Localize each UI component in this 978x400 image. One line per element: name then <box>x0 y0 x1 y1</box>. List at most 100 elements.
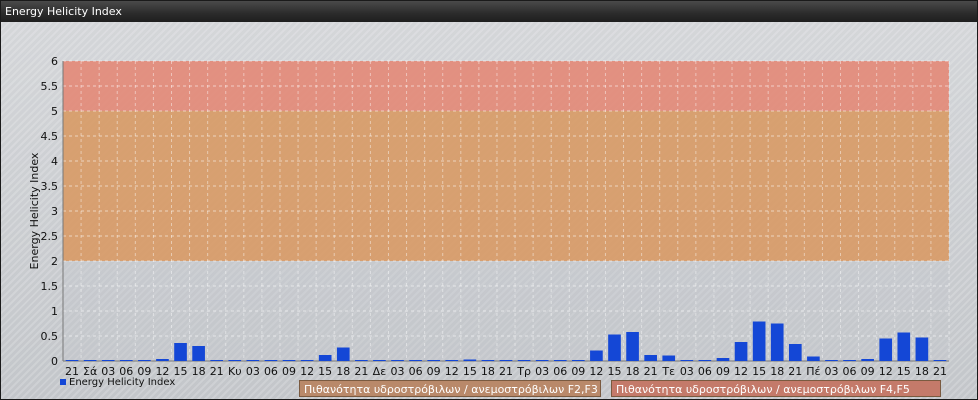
x-tick-label-31: 18 <box>626 365 640 378</box>
bar-11 <box>264 360 278 361</box>
x-tick-label-26: 03 <box>535 365 549 378</box>
bar-16 <box>355 360 368 361</box>
x-tick-label-36: 09 <box>716 365 730 378</box>
bar-44 <box>861 359 874 361</box>
bar-31 <box>626 332 639 361</box>
x-tick-label-44: 09 <box>861 365 875 378</box>
bar-17 <box>373 360 386 361</box>
x-tick-label-11: 06 <box>264 365 278 378</box>
x-tick-label-15: 18 <box>336 365 350 378</box>
bar-45 <box>879 338 893 361</box>
x-tick-label-27: 06 <box>553 365 567 378</box>
x-tick-label-18: 03 <box>391 365 405 378</box>
x-tick-label-39: 18 <box>770 365 784 378</box>
x-tick-label-20: 09 <box>427 365 441 378</box>
bar-37 <box>734 342 748 361</box>
x-tick-label-32: 21 <box>644 365 658 378</box>
bar-6 <box>174 343 187 361</box>
y-tick-label-8: 4 <box>51 155 58 168</box>
y-tick-label-7: 3.5 <box>41 180 59 193</box>
bar-27 <box>553 360 567 361</box>
bar-28 <box>571 360 585 361</box>
legend-zone-f2f3: Πιθανότητα υδροστρόβιλων / ανεμοστρόβιλω… <box>299 380 601 397</box>
x-tick-label-16: 21 <box>354 365 368 378</box>
x-tick-label-24: 21 <box>499 365 513 378</box>
legend-series-item: Energy Helicity Index <box>60 377 175 389</box>
bar-15 <box>336 347 350 361</box>
y-axis-label: Energy Helicity Index <box>28 152 41 269</box>
y-tick-label-0: 0 <box>51 355 58 368</box>
x-tick-label-42: 03 <box>824 365 838 378</box>
bar-47 <box>915 337 929 361</box>
bar-20 <box>427 360 441 361</box>
bar-21 <box>445 360 459 361</box>
x-tick-label-34: 03 <box>680 365 694 378</box>
x-tick-label-37: 12 <box>734 365 748 378</box>
x-tick-label-22: 15 <box>463 365 477 378</box>
bar-2 <box>101 360 115 361</box>
x-tick-label-7: 18 <box>192 365 206 378</box>
y-tick-label-1: 0.5 <box>41 330 59 343</box>
x-tick-label-33: Τε <box>661 365 675 378</box>
bar-14 <box>318 355 332 361</box>
legend-zone-f4f5: Πιθανότητα υδροστρόβιλων / ανεμοστρόβιλω… <box>611 380 941 397</box>
legend-series-label: Energy Helicity Index <box>69 377 176 388</box>
bar-12 <box>282 360 296 361</box>
bar-22 <box>463 359 477 361</box>
y-tick-label-5: 2.5 <box>41 230 59 243</box>
bar-41 <box>807 356 820 361</box>
bar-10 <box>246 360 260 361</box>
x-tick-label-35: 06 <box>698 365 712 378</box>
bar-33 <box>662 355 676 361</box>
x-tick-label-8: 21 <box>210 365 224 378</box>
energy-helicity-chart: 0 0.5 1 1.5 2 2.5 3 3.5 4 4.5 5 5.5 6 Energy Helicity… <box>28 55 950 378</box>
bar-30 <box>608 334 621 361</box>
x-tick-label-46: 15 <box>897 365 911 378</box>
bar-34 <box>680 360 694 361</box>
bar-5 <box>156 359 169 361</box>
bar-0 <box>65 360 79 361</box>
x-tick-label-48: 21 <box>933 365 947 378</box>
x-tick-label-14: 15 <box>318 365 332 378</box>
bar-25 <box>517 360 531 361</box>
bar-23 <box>481 360 495 361</box>
bar-29 <box>590 350 603 361</box>
y-tick-label-9: 4.5 <box>41 130 59 143</box>
bar-19 <box>409 360 422 361</box>
y-tick-label-2: 1 <box>51 305 58 318</box>
y-tick-label-10: 5 <box>51 105 58 118</box>
bar-36 <box>716 358 730 361</box>
x-tick-label-13: 12 <box>300 365 314 378</box>
bar-3 <box>119 360 133 361</box>
bar-18 <box>391 360 404 361</box>
bar-24 <box>499 360 513 361</box>
bar-4 <box>138 360 151 361</box>
x-tick-label-29: 12 <box>589 365 603 378</box>
y-tick-label-3: 1.5 <box>41 280 59 293</box>
x-tick-label-28: 09 <box>571 365 585 378</box>
bar-38 <box>752 321 766 361</box>
bar-46 <box>897 332 911 361</box>
bar-42 <box>825 360 838 361</box>
x-tick-label-30: 15 <box>607 365 621 378</box>
bar-48 <box>933 360 947 361</box>
x-tick-label-38: 15 <box>752 365 766 378</box>
chart-window: Energy Helicity Index 0 0.5 1 1.5 2 2.5 3 3.5 4 4… <box>0 0 978 400</box>
bar-8 <box>210 360 224 361</box>
bar-43 <box>843 360 856 361</box>
bar-32 <box>644 355 657 361</box>
x-tick-label-47: 18 <box>915 365 929 378</box>
bar-39 <box>770 323 784 361</box>
x-tick-label-45: 12 <box>879 365 893 378</box>
bar-35 <box>698 360 712 361</box>
x-tick-label-12: 09 <box>282 365 296 378</box>
bar-13 <box>300 360 314 361</box>
x-tick-label-10: 03 <box>246 365 260 378</box>
y-tick-label-4: 2 <box>51 255 58 268</box>
x-tick-label-40: 21 <box>788 365 802 378</box>
legend-series-swatch <box>60 379 66 385</box>
x-tick-label-6: 15 <box>174 365 188 378</box>
y-tick-label-11: 5.5 <box>41 80 59 93</box>
x-tick-label-43: 06 <box>843 365 857 378</box>
y-tick-label-6: 3 <box>51 205 58 218</box>
